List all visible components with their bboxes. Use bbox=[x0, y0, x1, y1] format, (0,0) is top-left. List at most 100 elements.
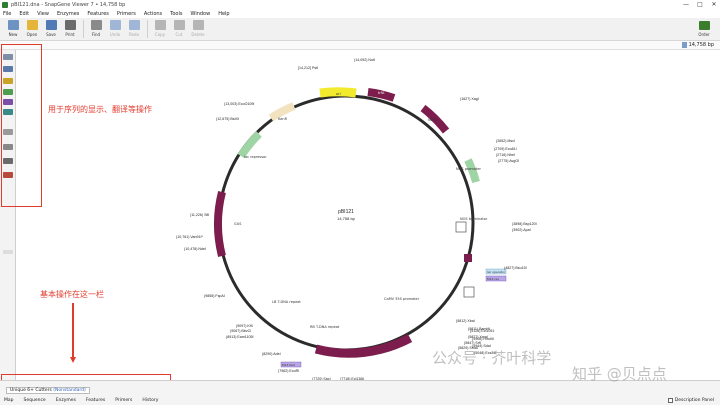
feature-box-3[interactable] bbox=[464, 254, 472, 262]
open-label: Open bbox=[26, 32, 38, 37]
menu-tools[interactable]: Tools bbox=[170, 11, 182, 17]
tab-map[interactable]: Map bbox=[4, 398, 14, 403]
feature-arc-nos-promoter[interactable] bbox=[464, 158, 480, 184]
find-button[interactable]: Find bbox=[87, 18, 105, 40]
enzyme-site-label[interactable]: (12,675) BstXI bbox=[216, 117, 239, 121]
label-sv40: SV40 bbox=[356, 328, 365, 332]
enzyme-set-tab[interactable]: Unique 6+ Cutters (Nonstandard) bbox=[6, 387, 90, 394]
feature-arc-lac[interactable] bbox=[237, 131, 262, 159]
enzyme-site-label[interactable]: [14,212] PstI bbox=[298, 66, 318, 70]
label-lac: lac repressor bbox=[244, 155, 267, 159]
feature-arc-gus[interactable] bbox=[214, 191, 226, 257]
menu-enzymes[interactable]: Enzymes bbox=[57, 11, 79, 17]
print-label: Print bbox=[65, 32, 75, 37]
enzyme-site-label[interactable]: (11,226) SfiI bbox=[190, 213, 209, 217]
delete-icon bbox=[192, 20, 204, 30]
menu-file[interactable]: File bbox=[3, 11, 11, 17]
label-nos-terminator: NOS terminator bbox=[460, 217, 488, 221]
enzyme-site-label[interactable]: (3898) Bsp120I bbox=[512, 222, 537, 226]
enzyme-site-label[interactable]: (5827) XmaI bbox=[468, 335, 488, 339]
menu-window[interactable]: Window bbox=[190, 11, 210, 17]
order-button[interactable]: Order bbox=[694, 19, 714, 40]
copy-button[interactable]: Copy bbox=[151, 18, 169, 40]
tab-features[interactable]: Features bbox=[86, 398, 105, 403]
menu-primers[interactable]: Primers bbox=[117, 11, 136, 17]
label-nos-promoter: NOS promoter bbox=[456, 167, 482, 171]
window-title: pBI121.dna - SnapGene Viewer 7 • 14,758 … bbox=[11, 1, 126, 8]
description-panel-toggle[interactable]: Description Panel bbox=[667, 398, 714, 403]
enzyme-site-label[interactable]: (8913) Eam1105I bbox=[226, 335, 254, 339]
feature-arc-camv[interactable] bbox=[314, 334, 413, 358]
print-button[interactable]: Print bbox=[61, 18, 79, 40]
description-panel-checkbox[interactable] bbox=[667, 398, 673, 403]
save-button[interactable]: Save bbox=[42, 18, 60, 40]
enzyme-site-label[interactable]: (5125) Ecl1051 bbox=[470, 329, 494, 333]
enzyme-site-label[interactable]: (2652) MscI bbox=[496, 139, 515, 143]
enzyme-site-label[interactable]: (8290) AdeI bbox=[262, 352, 281, 356]
label-kanr: KanR bbox=[278, 117, 288, 121]
enzyme-site-label[interactable]: (2709) Eco81I bbox=[494, 147, 517, 151]
find-icon bbox=[90, 20, 102, 30]
delete-button[interactable]: Delete bbox=[189, 18, 207, 40]
enzyme-site-label[interactable]: (3902) ApaI bbox=[512, 228, 531, 232]
enzyme-site-label[interactable]: (5847) SrfI bbox=[464, 341, 481, 345]
enzyme-site-label[interactable]: (2775) AvgOI bbox=[498, 159, 519, 163]
enzyme-set-label: Unique 6+ Cutters bbox=[10, 388, 52, 393]
enzyme-site-label[interactable]: (2716) NheI bbox=[496, 153, 515, 157]
toolbar-separator bbox=[147, 20, 148, 38]
enzyme-site-label[interactable]: (9067) BbvCI bbox=[230, 329, 251, 333]
redo-icon bbox=[128, 20, 140, 30]
label-camv: CaMV 35S promoter bbox=[384, 297, 420, 301]
enzyme-site-label[interactable]: (4827) Bsu15I bbox=[504, 266, 527, 270]
menu-edit[interactable]: Edit bbox=[19, 11, 29, 17]
enzyme-site-label[interactable]: (5812) XbaI bbox=[456, 319, 475, 323]
enzyme-site-label[interactable]: (1627) XagI bbox=[460, 97, 479, 101]
redo-button[interactable]: Redo bbox=[125, 18, 143, 40]
cart-icon bbox=[698, 21, 710, 30]
enzyme-site-label[interactable]: (7962) EcoRI bbox=[278, 369, 299, 373]
enzyme-site-label[interactable]: (10,761) Van91I* bbox=[176, 235, 204, 239]
open-button[interactable]: Open bbox=[23, 18, 41, 40]
delete-label: Delete bbox=[191, 32, 205, 37]
feature-box-1[interactable] bbox=[455, 221, 467, 233]
tab-history[interactable]: History bbox=[142, 398, 158, 403]
title-bar: pBI121.dna - SnapGene Viewer 7 • 14,758 … bbox=[0, 0, 720, 9]
tab-sequence[interactable]: Sequence bbox=[24, 398, 46, 403]
menu-features[interactable]: Features bbox=[87, 11, 109, 17]
copy-icon bbox=[154, 20, 166, 30]
save-label: Save bbox=[46, 32, 56, 37]
tab-primers[interactable]: Primers bbox=[115, 398, 132, 403]
watermark-right: 知乎 @贝点点 bbox=[572, 365, 667, 383]
enzyme-site-label[interactable]: (13,003) EcoO109I bbox=[224, 102, 254, 106]
enzyme-site-label[interactable]: (14,092) NotI bbox=[354, 58, 375, 62]
menu-view[interactable]: View bbox=[37, 11, 49, 17]
snapgene-logo-icon bbox=[2, 1, 8, 8]
menu-actions[interactable]: Actions bbox=[144, 11, 162, 17]
tab-enzymes[interactable]: Enzymes bbox=[56, 398, 76, 403]
cut-icon bbox=[173, 20, 185, 30]
maximize-button[interactable]: □ bbox=[696, 0, 704, 9]
new-button[interactable]: New bbox=[4, 18, 22, 40]
copy-label: Copy bbox=[154, 32, 166, 37]
minimize-button[interactable]: — bbox=[682, 0, 690, 9]
plasmid-map[interactable]: ori trfA NPTII NOS promoter NOS terminat… bbox=[16, 50, 720, 380]
menu-help[interactable]: Help bbox=[218, 11, 229, 17]
undo-button[interactable]: Undo bbox=[106, 18, 124, 40]
find-label: Find bbox=[91, 32, 101, 37]
label-nptii: NPTII bbox=[428, 118, 437, 122]
toolbar-separator bbox=[83, 20, 84, 38]
enzyme-site-label[interactable]: (9097) KflI bbox=[236, 324, 253, 328]
enzyme-site-label[interactable]: (10,478) NdeI bbox=[184, 247, 206, 251]
bottom-annotation: 基本操作在这一栏 bbox=[40, 290, 104, 299]
description-panel-label: Description Panel bbox=[674, 398, 714, 403]
main-toolbar: New Open Save Print Find Undo Redo Copy Cut Delet… bbox=[0, 18, 720, 41]
sidebar-scroll-handle[interactable] bbox=[3, 250, 13, 254]
enzyme-site-label[interactable]: (9855) FspAI bbox=[204, 294, 225, 298]
sequence-length: 14,758 bp bbox=[688, 42, 714, 48]
feature-box-2[interactable] bbox=[463, 286, 475, 298]
cut-button[interactable]: Cut bbox=[170, 18, 188, 40]
plasmid-map-panel[interactable]: ori trfA NPTII NOS promoter NOS terminat… bbox=[16, 50, 720, 380]
save-icon bbox=[45, 20, 57, 30]
app-window: pBI121.dna - SnapGene Viewer 7 • 14,758 … bbox=[0, 0, 720, 405]
close-button[interactable]: ✕ bbox=[710, 0, 718, 9]
